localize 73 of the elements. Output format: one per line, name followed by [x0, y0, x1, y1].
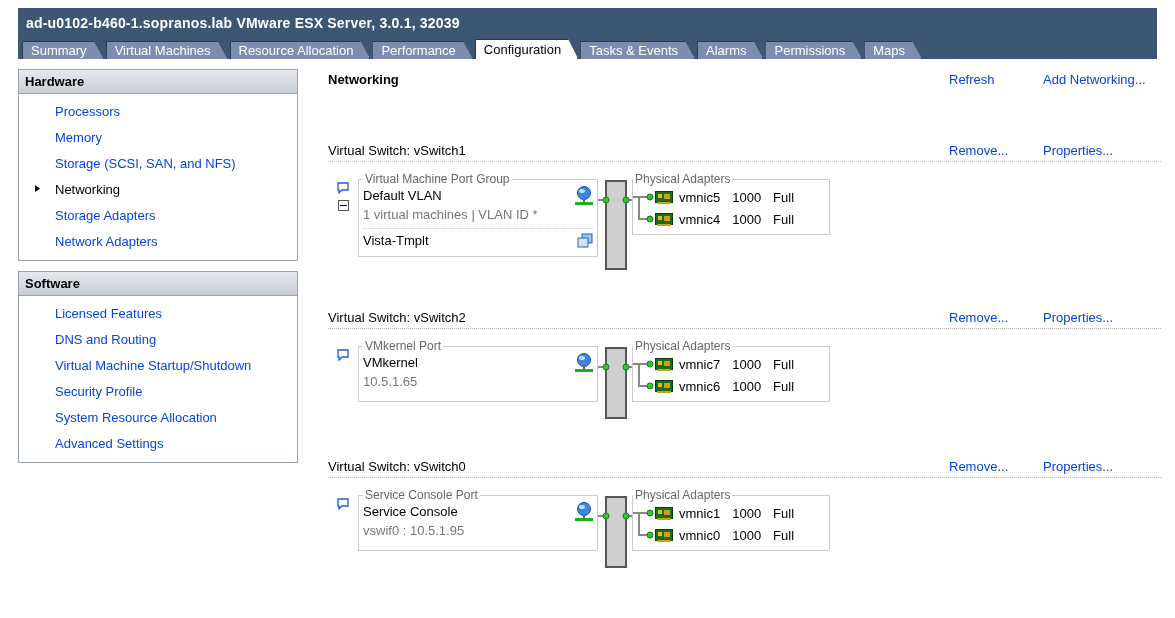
- adapters-legend: Physical Adapters: [633, 488, 733, 502]
- action-link[interactable]: Add Networking...: [1043, 72, 1161, 87]
- adapter-duplex: Full: [773, 527, 795, 543]
- network-globe-icon: [575, 501, 593, 522]
- sidebar-link[interactable]: Networking: [55, 181, 121, 197]
- port-group-legend: Virtual Machine Port Group: [363, 172, 512, 186]
- switch-title: Virtual Switch: vSwitch0: [328, 459, 466, 474]
- adapter-speed: 1000: [732, 505, 762, 521]
- comment-icon[interactable]: [337, 498, 349, 510]
- sidebar-link[interactable]: Storage Adapters: [55, 207, 156, 223]
- switch-title: Virtual Switch: vSwitch1: [328, 143, 466, 158]
- port-group-detail: 1 virtual machines | VLAN ID *: [363, 207, 538, 222]
- adapter-speed: 1000: [732, 378, 762, 394]
- action-link[interactable]: Properties...: [1043, 143, 1161, 158]
- comment-icon[interactable]: [337, 349, 349, 361]
- adapter-name: vmnic0: [679, 527, 721, 543]
- port-group-detail: 10.5.1.65: [363, 374, 418, 389]
- adapter-name: vmnic1: [679, 505, 721, 521]
- network-card-icon: [655, 357, 673, 371]
- adapter-name: vmnic7: [679, 356, 721, 372]
- section-title: Networking: [328, 72, 399, 87]
- network-globe-icon: [575, 185, 593, 206]
- sidebar-link[interactable]: Network Adapters: [55, 233, 158, 249]
- adapter-duplex: Full: [773, 505, 795, 521]
- sidebar-link[interactable]: DNS and Routing: [55, 331, 157, 347]
- network-card-icon: [655, 506, 673, 520]
- network-card-icon: [655, 379, 673, 393]
- sidebar-link[interactable]: Virtual Machine Startup/Shutdown: [55, 357, 252, 373]
- adapter-duplex: Full: [773, 378, 795, 394]
- action-link[interactable]: Remove...: [949, 143, 1019, 158]
- sidebar-link[interactable]: Licensed Features: [55, 305, 162, 321]
- adapter-duplex: Full: [773, 189, 795, 205]
- adapters-legend: Physical Adapters: [633, 172, 733, 186]
- adapter-duplex: Full: [773, 211, 795, 227]
- action-link[interactable]: Refresh: [949, 72, 1019, 87]
- adapter-name: vmnic6: [679, 378, 721, 394]
- sidebar-link[interactable]: System Resource Allocation: [55, 409, 217, 425]
- sidebar-link[interactable]: Storage (SCSI, SAN, and NFS): [55, 155, 236, 171]
- tab[interactable]: Configuration: [474, 39, 579, 59]
- network-card-icon: [655, 528, 673, 542]
- adapter-duplex: Full: [773, 356, 795, 372]
- panel-heading: Software: [19, 272, 297, 296]
- sidebar-link[interactable]: Security Profile: [55, 383, 143, 399]
- network-card-icon: [655, 190, 673, 204]
- sidebar-link[interactable]: Advanced Settings: [55, 435, 164, 451]
- adapter-speed: 1000: [732, 356, 762, 372]
- action-link[interactable]: Remove...: [949, 459, 1019, 474]
- collapse-toggle[interactable]: [337, 200, 349, 211]
- port-group-name: VMkernel: [363, 355, 418, 370]
- virtual-machines-icon: [577, 232, 593, 249]
- network-card-icon: [655, 212, 673, 226]
- comment-icon[interactable]: [337, 182, 349, 194]
- port-group-legend: VMkernel Port: [363, 339, 444, 353]
- adapter-speed: 1000: [732, 189, 762, 205]
- port-group-name: Service Console: [363, 504, 458, 519]
- panel-heading: Hardware: [19, 70, 297, 94]
- sidebar-link[interactable]: Memory: [55, 129, 102, 145]
- adapter-name: vmnic4: [679, 211, 721, 227]
- action-link[interactable]: Properties...: [1043, 459, 1161, 474]
- switch-title: Virtual Switch: vSwitch2: [328, 310, 466, 325]
- adapter-speed: 1000: [732, 527, 762, 543]
- sidebar-link[interactable]: Processors: [55, 103, 121, 119]
- action-link[interactable]: Remove...: [949, 310, 1019, 325]
- adapter-name: vmnic5: [679, 189, 721, 205]
- network-globe-icon: [575, 352, 593, 373]
- adapters-legend: Physical Adapters: [633, 339, 733, 353]
- port-group-name: Default VLAN: [363, 188, 442, 203]
- adapter-speed: 1000: [732, 211, 762, 227]
- port-group-detail: vswif0 : 10.5.1.95: [363, 523, 465, 538]
- action-link[interactable]: Properties...: [1043, 310, 1161, 325]
- window-title: ad-u0102-b460-1.sopranos.lab VMware ESX Server, 3.0.1, 32039: [25, 15, 461, 33]
- virtual-machine-name: Vista-Tmplt: [363, 233, 429, 248]
- port-group-legend: Service Console Port: [363, 488, 480, 502]
